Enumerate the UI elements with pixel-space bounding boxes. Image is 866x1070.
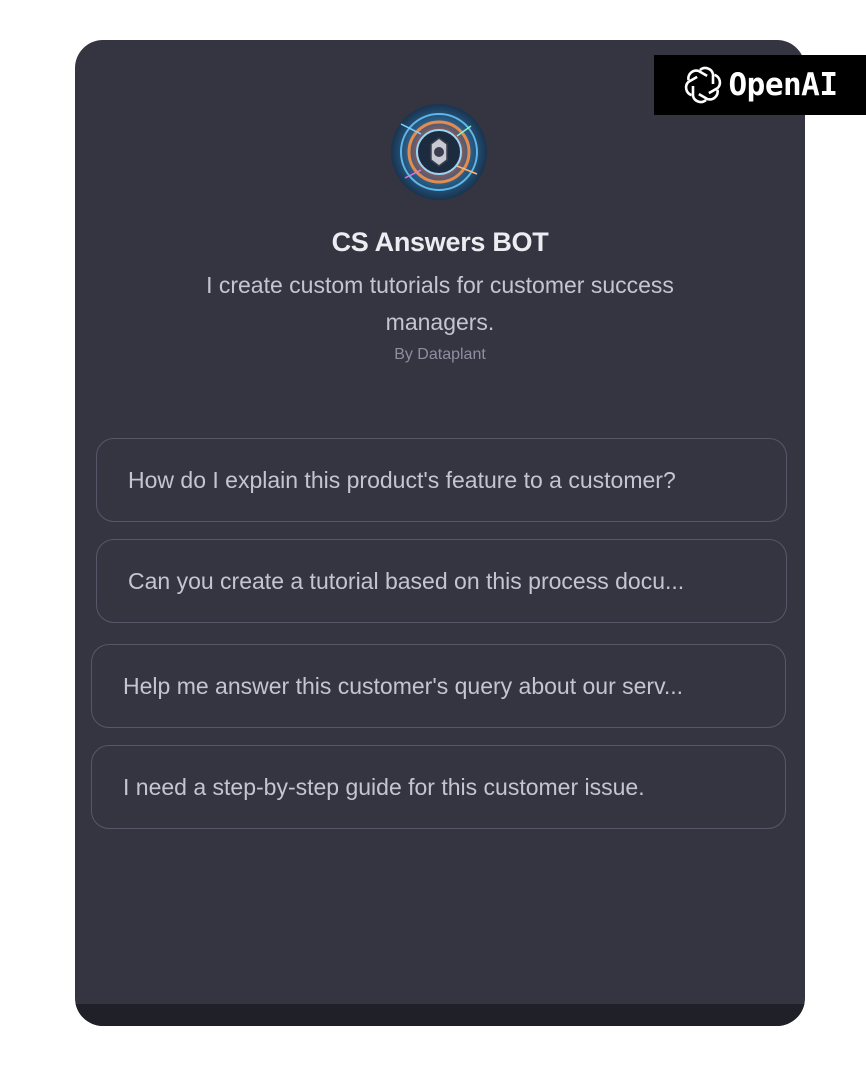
- gpt-author: By Dataplant: [394, 346, 486, 363]
- conversation-starter-label: Can you create a tutorial based on this …: [128, 567, 685, 594]
- openai-logo-icon: [684, 66, 721, 104]
- gpt-title: CS Answers BOT: [331, 227, 549, 257]
- bot-avatar-icon: [391, 104, 487, 200]
- brand-name: OpenAI: [728, 67, 838, 103]
- conversation-starter[interactable]: Help me answer this customer's query abo…: [91, 644, 786, 728]
- openai-badge: OpenAI: [654, 55, 866, 115]
- conversation-starter-label: Help me answer this customer's query abo…: [123, 672, 684, 699]
- card-footer: [75, 1004, 805, 1026]
- conversation-starter[interactable]: Can you create a tutorial based on this …: [96, 539, 787, 623]
- conversation-starter-label: I need a step-by-step guide for this cus…: [123, 773, 645, 800]
- conversation-starter[interactable]: How do I explain this product's feature …: [96, 438, 787, 522]
- conversation-starter[interactable]: I need a step-by-step guide for this cus…: [91, 745, 786, 829]
- gpt-card: CS Answers BOT I create custom tutorials…: [75, 40, 805, 1026]
- conversation-starter-label: How do I explain this product's feature …: [128, 466, 676, 493]
- gpt-description: I create custom tutorials for customer s…: [206, 272, 674, 335]
